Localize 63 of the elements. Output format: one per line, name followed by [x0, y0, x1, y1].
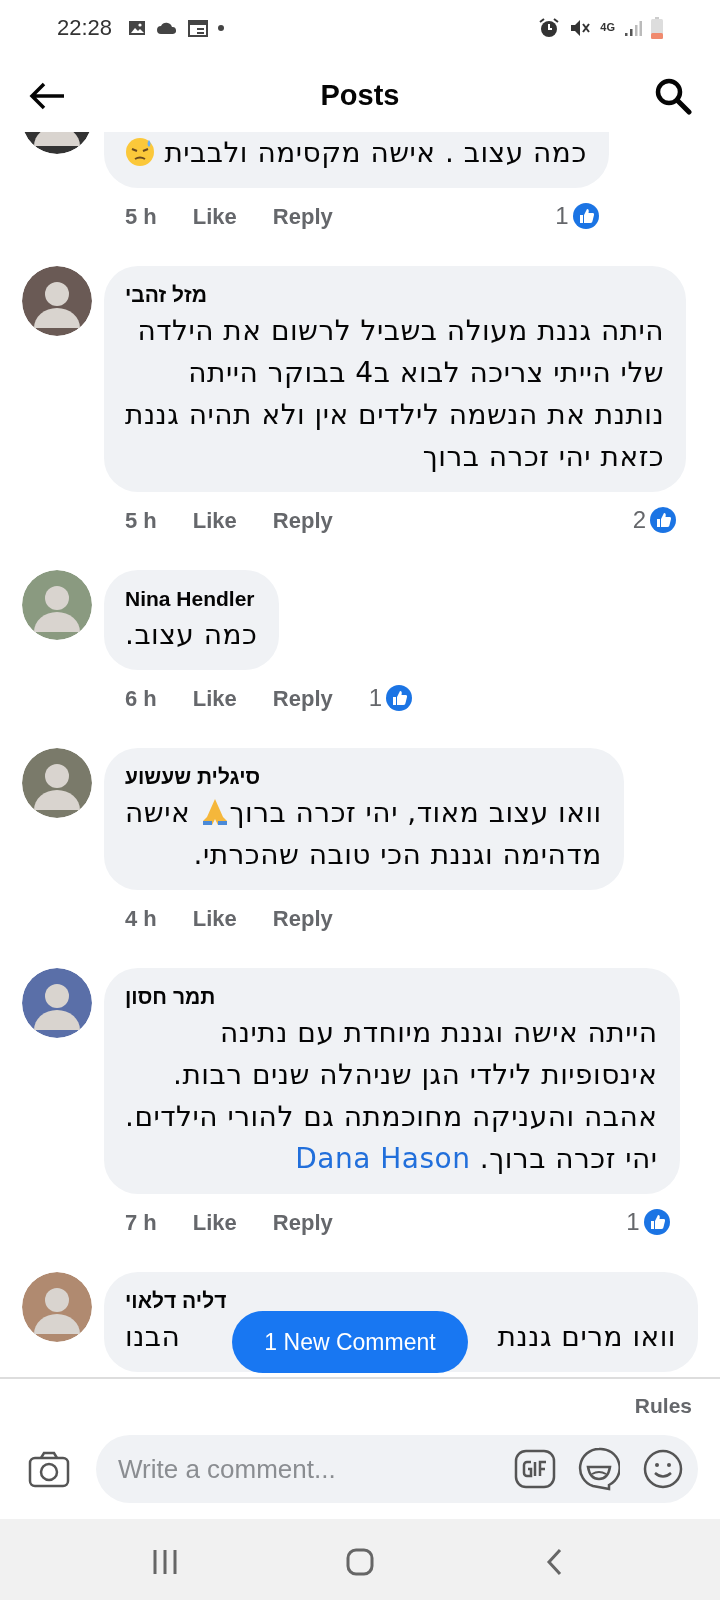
reply-button[interactable]: Reply — [272, 901, 333, 935]
sad-face-icon — [125, 137, 155, 167]
reply-button[interactable]: Reply — [272, 199, 333, 233]
avatar — [22, 968, 92, 1038]
avatar — [22, 570, 92, 640]
reply-button[interactable]: Reply — [272, 681, 333, 715]
comment-time: 7 h — [125, 1208, 157, 1237]
gif-icon[interactable] — [514, 1449, 556, 1489]
comment-text: וואו עצוב מאוד, יהי זכרה ברוך אישה מדהימה וגננת הכי טובה שהכרתי. — [125, 795, 602, 873]
author-name[interactable]: מזל זהבי — [125, 280, 665, 310]
reaction-count: 2 — [632, 505, 647, 535]
avatar — [22, 266, 92, 336]
cloud-icon — [156, 20, 179, 35]
page-title: Posts — [320, 78, 400, 114]
emoji-icon[interactable] — [642, 1448, 684, 1490]
like-button[interactable]: Like — [192, 1205, 237, 1239]
new-comment-button[interactable]: 1 New Comment — [232, 1311, 468, 1373]
mention-link[interactable]: Dana Hason — [295, 1142, 471, 1175]
signal-icon — [624, 18, 642, 37]
like-button[interactable]: Like — [192, 503, 237, 537]
like-button[interactable]: Like — [192, 199, 237, 233]
image-icon — [128, 19, 147, 36]
reaction-count: 1 — [626, 1207, 640, 1237]
network-label: 4G — [600, 22, 615, 33]
back-button[interactable] — [28, 81, 66, 111]
comment-time: 5 h — [125, 202, 157, 231]
comment-text: היתה גננת מעולה בשביל לרשום את הילדה שלי הייתי צריכה לבוא ב4 בבוקר הייתה נותנת את הנשמה לילדים אין ולא תהיה גננת כזאת יהי זכרה ברוך — [125, 313, 665, 475]
comment-text: כמה עצוב . אישה מקסימה ולבבית — [125, 132, 587, 174]
author-name[interactable]: Nina Hendler — [125, 584, 258, 614]
comment-time: 6 h — [125, 684, 157, 713]
home-icon[interactable] — [345, 1546, 375, 1577]
comment-text: הבנו — [125, 1319, 181, 1355]
reply-button[interactable]: Reply — [272, 503, 333, 537]
reply-button[interactable]: Reply — [272, 1205, 333, 1239]
reaction-count: 1 — [555, 201, 569, 231]
back-arrow-icon — [28, 81, 66, 111]
search-icon — [654, 77, 692, 115]
rules-link[interactable]: Rules — [634, 1390, 692, 1422]
alarm-icon — [538, 16, 561, 39]
battery-icon — [651, 16, 663, 39]
camera-button[interactable] — [28, 1450, 70, 1488]
author-name[interactable]: סיגלית שעשוע — [125, 762, 602, 792]
reaction-count: 1 — [368, 683, 383, 713]
author-name[interactable]: תמר חסון — [125, 982, 658, 1012]
avatar — [22, 748, 92, 818]
comment-field[interactable]: Write a comment... — [96, 1435, 698, 1503]
camera-icon — [28, 1450, 70, 1488]
thumbs-up-icon — [650, 507, 677, 533]
thumbs-up-icon — [572, 203, 599, 229]
avatar — [22, 1272, 92, 1342]
status-time: 22:28 — [57, 14, 113, 42]
calendar-icon — [188, 18, 209, 37]
like-button[interactable]: Like — [192, 901, 237, 935]
comment-text: כמה עצוב. — [125, 617, 258, 653]
comment-time: 5 h — [125, 506, 157, 535]
comment-text: וואו מרים גננת — [497, 1319, 676, 1355]
search-button[interactable] — [654, 77, 692, 115]
thumbs-up-icon — [643, 1209, 670, 1235]
like-button[interactable]: Like — [192, 681, 237, 715]
comment-time: 4 h — [125, 904, 157, 933]
thumbs-up-icon — [386, 685, 413, 711]
sticker-icon[interactable] — [578, 1447, 620, 1491]
dot-icon — [218, 24, 225, 31]
